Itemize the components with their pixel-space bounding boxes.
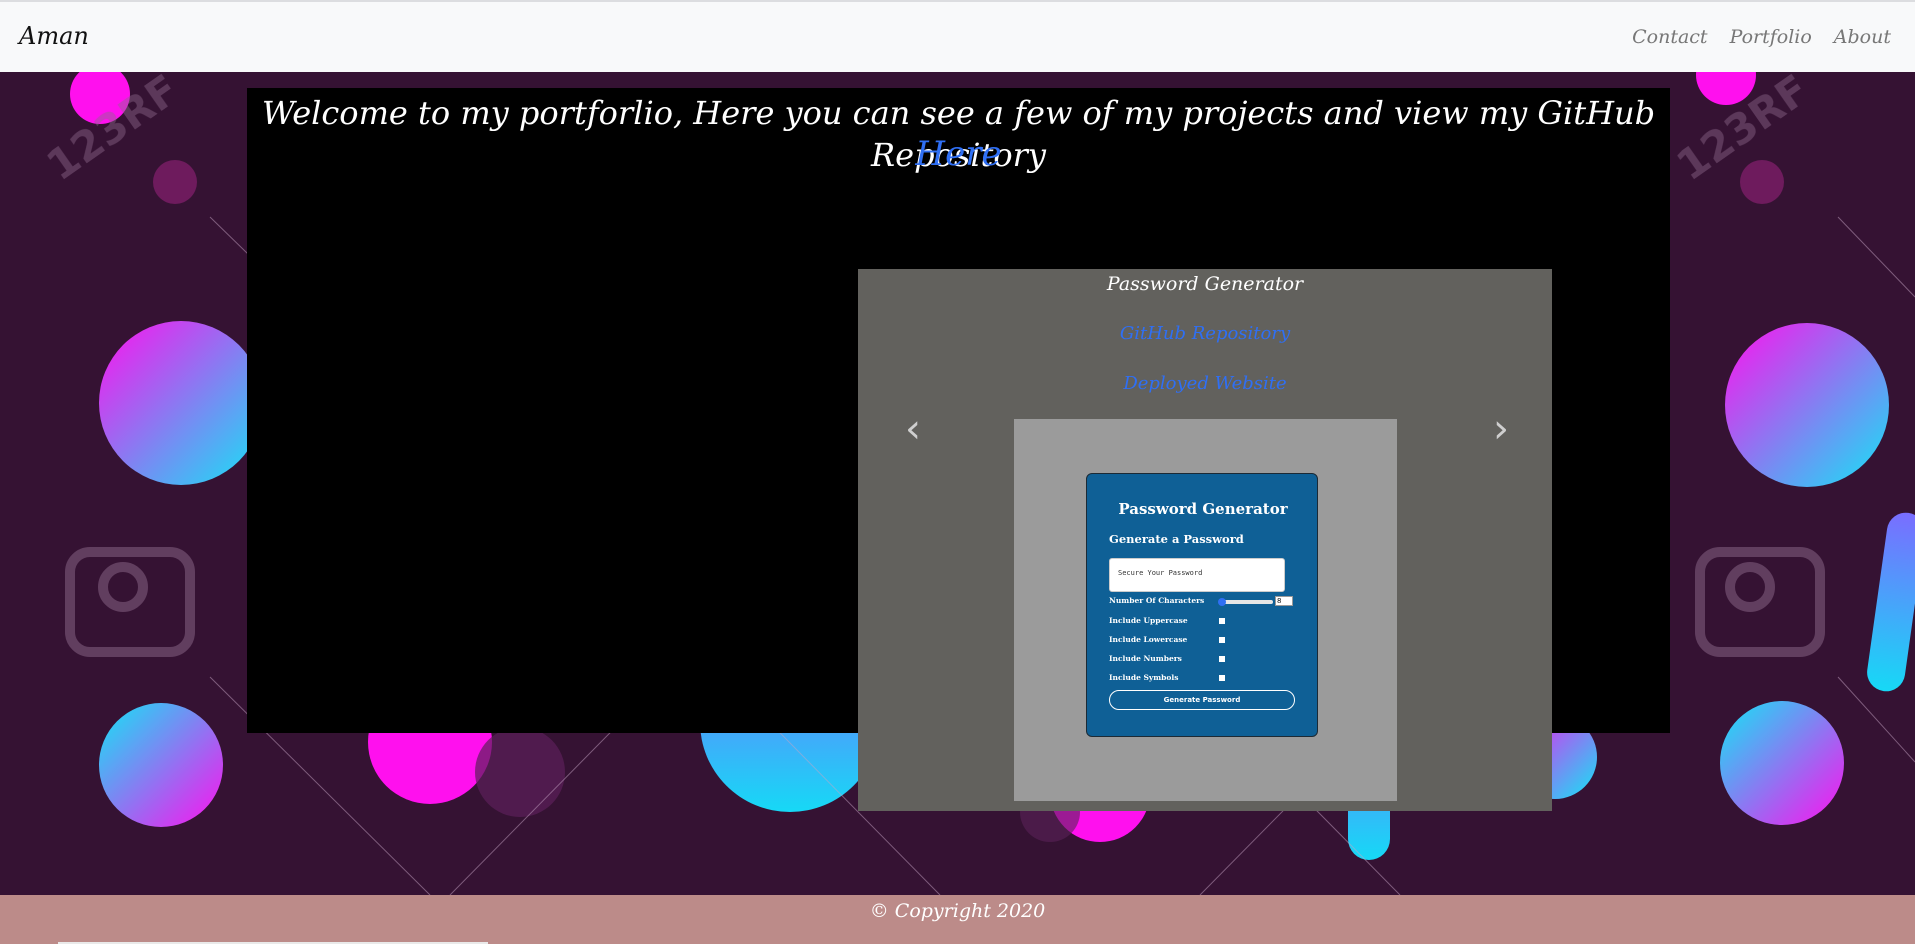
nav-link-portfolio[interactable]: Portfolio: [1730, 26, 1812, 48]
project-carousel: Password Generator GitHub Repository Dep…: [858, 269, 1552, 811]
slide-screenshot: Password Generator Generate a Password S…: [1014, 419, 1397, 801]
preview-option-numbers: Include Numbers: [1109, 654, 1182, 663]
preview-option-lowercase: Include Lowercase: [1109, 635, 1188, 644]
preview-title: Password Generator: [1118, 500, 1288, 518]
preview-length-slider: [1219, 600, 1273, 604]
slide-deployed-link[interactable]: Deployed Website: [858, 373, 1552, 394]
github-repository-link[interactable]: Here: [247, 134, 1670, 174]
preview-generate-button: Generate Password: [1109, 690, 1295, 710]
slide-github-link[interactable]: GitHub Repository: [858, 323, 1552, 344]
navbar: Aman Contact Portfolio About: [0, 0, 1915, 72]
preview-length-value: 8: [1275, 596, 1293, 606]
nav-link-about[interactable]: About: [1834, 26, 1891, 48]
footer: © Copyright 2020: [0, 895, 1915, 944]
preview-password-output: Secure Your Password: [1109, 558, 1285, 592]
main-panel: Welcome to my portforlio, Here you can s…: [247, 88, 1670, 811]
preview-checkbox-icon: [1219, 618, 1225, 624]
brand-logo[interactable]: Aman: [19, 22, 89, 50]
nav-link-contact[interactable]: Contact: [1632, 26, 1707, 48]
preview-checkbox-icon: [1219, 675, 1225, 681]
preview-slider-thumb: [1218, 598, 1226, 606]
carousel-next-icon[interactable]: ›: [1486, 409, 1516, 449]
carousel-prev-icon[interactable]: ‹: [898, 409, 928, 449]
password-generator-preview: Password Generator Generate a Password S…: [1086, 473, 1318, 737]
preview-subtitle: Generate a Password: [1109, 532, 1244, 546]
slide-title: Password Generator: [1106, 273, 1304, 295]
nav-links: Contact Portfolio About: [1632, 26, 1891, 48]
preview-option-symbols: Include Symbols: [1109, 673, 1179, 682]
preview-checkbox-icon: [1219, 637, 1225, 643]
preview-length-label: Number Of Characters: [1109, 596, 1205, 605]
preview-option-uppercase: Include Uppercase: [1109, 616, 1188, 625]
preview-checkbox-icon: [1219, 656, 1225, 662]
copyright-text: © Copyright 2020: [869, 900, 1046, 922]
